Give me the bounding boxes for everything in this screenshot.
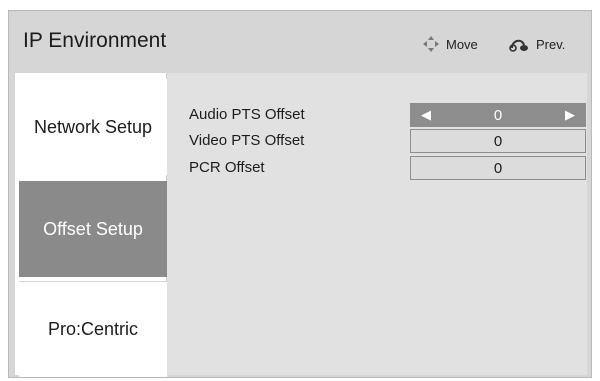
sidebar-item-label: Network Setup: [33, 116, 153, 137]
settings-panel: Network Setup Offset Setup Pro:Centric A…: [15, 73, 587, 377]
sidebar-item-pro-centric[interactable]: Pro:Centric: [19, 281, 167, 377]
pcr-offset-field[interactable]: 0: [410, 156, 586, 180]
pcr-offset-row: PCR Offset 0: [167, 156, 587, 180]
header: IP Environment Move Prev.: [9, 11, 591, 71]
audio-pts-offset-row: Audio PTS Offset ◀ 0 ▶: [167, 103, 587, 127]
pcr-offset-label: PCR Offset: [189, 159, 265, 176]
video-pts-offset-label: Video PTS Offset: [189, 132, 305, 149]
video-pts-offset-row: Video PTS Offset 0: [167, 129, 587, 153]
move-arrows-icon: [423, 36, 439, 52]
ip-environment-window: IP Environment Move Prev. Network Setup: [8, 10, 592, 378]
video-pts-offset-field[interactable]: 0: [410, 129, 586, 153]
move-hint-label: Move: [446, 36, 478, 52]
arrow-right-icon[interactable]: ▶: [565, 107, 575, 123]
page-title: IP Environment: [23, 29, 167, 52]
arrow-left-icon[interactable]: ◀: [421, 107, 431, 123]
sidebar-item-offset-setup[interactable]: Offset Setup: [19, 181, 167, 277]
sidebar: Network Setup Offset Setup Pro:Centric: [15, 73, 167, 377]
video-pts-offset-value: 0: [493, 132, 503, 150]
sidebar-item-label: Offset Setup: [43, 218, 143, 239]
prev-hint-label: Prev.: [536, 36, 566, 52]
move-hint: Move: [423, 36, 478, 52]
audio-pts-offset-stepper[interactable]: ◀ 0 ▶: [410, 103, 586, 127]
return-icon: [509, 39, 528, 52]
offset-settings: Audio PTS Offset ◀ 0 ▶ Video PTS Offset …: [167, 73, 587, 375]
prev-hint[interactable]: Prev.: [509, 36, 565, 52]
sidebar-item-label: Pro:Centric: [47, 319, 139, 339]
sidebar-item-network-setup[interactable]: Network Setup: [19, 79, 167, 175]
audio-pts-offset-label: Audio PTS Offset: [189, 106, 305, 123]
audio-pts-offset-value: 0: [493, 106, 503, 124]
pcr-offset-value: 0: [493, 159, 503, 177]
